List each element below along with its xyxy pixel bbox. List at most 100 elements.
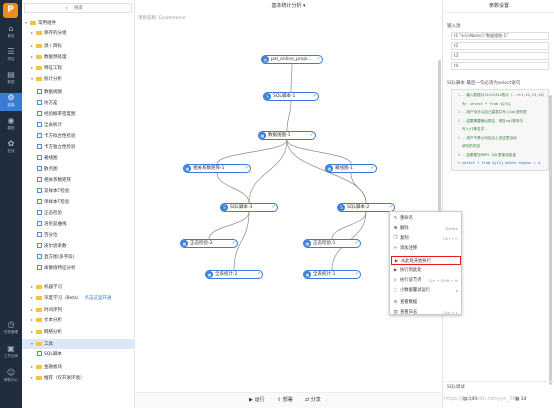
nav-item-experiment[interactable]: ⚙ 实验 [0,93,22,111]
menu-item[interactable]: ✖ 删除 Delete [391,224,461,233]
nav-item-home[interactable]: ⌂ 首页 [0,24,22,42]
menu-item[interactable]: ❐ 复制 Ctrl + C [391,234,461,243]
tree-folder[interactable]: ▾ 常用组件 [22,18,135,28]
tree-item-label: 离散值特征分析 [44,266,76,271]
tree-leaf[interactable]: SQL脚本 [22,350,135,360]
tree-folder[interactable]: ▸ 保存的分组 [22,28,135,38]
folder-icon [36,317,42,322]
menu-item[interactable]: ✎ 重命名 [391,214,461,223]
edge [331,211,367,240]
search-input[interactable] [74,5,129,12]
sql-editor[interactable]: 1--输入数据以t1t2t3t4表示（-->t1,t2,t3,t4），使用方式为… [451,89,549,171]
folder-icon [36,364,42,369]
tree-folder[interactable]: ▸ 时间序列 [22,305,135,315]
tree-leaf[interactable]: 卡方独立性检验 [22,143,135,153]
tree-leaf[interactable]: 单样本T检验 [22,198,135,208]
nav-item-online[interactable]: ✿ 在线 [0,139,22,157]
tree-folder[interactable]: ▾ 工具 [22,339,135,349]
tree-leaf[interactable]: 直方图(多字段) [22,253,135,263]
menu-item-icon: ▶ [393,268,398,273]
line-number: 2 [457,110,460,114]
tree-folder[interactable]: ▸ 金融板块 [22,362,135,372]
tree-item-label: 常用组件 [38,21,56,26]
nav-item-model[interactable]: ◉ 模型 [0,116,22,134]
workflow-node[interactable]: ▦ 全表统计-1 ✓ [303,270,361,279]
node-label: 全表统计-2 [215,272,238,277]
input-field-t1[interactable]: t1 "${inName}"数据视图-1" [451,32,549,40]
tree-folder[interactable]: ▸ 数据预处理 [22,52,135,62]
nav-item-workspace[interactable]: ▣ 工作空间 [0,344,22,362]
tree-leaf[interactable]: 散点图 [22,165,135,175]
workflow-node[interactable]: S SQL脚本-3 ✓ [220,203,278,212]
line-number: 4 [457,135,460,140]
deploy-button[interactable]: ⇪ 部署 [277,396,293,405]
menu-item-label: 删除 [400,226,409,231]
tree-leaf[interactable]: 协方差 [22,99,135,109]
tree-leaf[interactable]: 数据视图 [22,88,135,98]
tree-folder[interactable]: ▸ 网络分析 [22,327,135,337]
menu-item-shortcut: Ctrl + Shift + N [428,278,458,283]
nav-item-data[interactable]: ▤ 数据 [0,70,22,88]
tree-folder[interactable]: ▸ 机器学习 [22,282,135,292]
component-search[interactable]: ⌕ [24,3,132,13]
workflow-node[interactable]: ▦ 数据视图-1 ✓ [258,131,316,140]
component-icon [37,199,42,204]
input-field-t2[interactable]: t2 [451,42,549,50]
nav-item-tasks[interactable]: ◷ 任务管理 [0,320,22,338]
enable-link[interactable]: 点击这里开通 [84,296,111,301]
component-icon [37,210,42,215]
menu-item-label: 执行到此处 [400,268,422,273]
tree-item-label: 经验概率密度图 [44,112,76,117]
workflow-node[interactable]: ▦ 正态检验-2 ✓ [180,239,238,248]
node-label: SQL脚本-3 [230,205,253,210]
tree-leaf[interactable]: 卡方拟合性检验 [22,132,135,142]
component-icon [37,254,42,259]
tree-item-label: 散点图 [44,167,58,172]
menu-item[interactable]: ✍ 添加注释 [391,244,461,253]
tree-folder[interactable]: ▸ 推荐（仅开发环境） [22,373,135,383]
node-type-icon: ▦ [259,132,266,139]
workflow-node[interactable]: ▦ 箱线图-1 ✓ [325,164,377,173]
tree-folder[interactable]: ▸ 文本分析 [22,315,135,325]
menu-item[interactable]: ▶ 执行到此处 [391,266,461,275]
share-button[interactable]: ⇄ 分享 [305,396,321,405]
workflow-node[interactable]: ▦ 正态检验-1 ✓ [303,239,361,248]
folder-icon [36,295,42,300]
tree-leaf[interactable]: 经验概率密度图 [22,110,135,120]
tree-leaf[interactable]: 离散值特征分析 [22,264,135,274]
workflow-node[interactable]: ▦ 相关系数矩阵-1 ✓ [183,164,251,173]
tree-leaf[interactable]: 箱线图 [22,154,135,164]
panel-scrollbar[interactable] [549,95,552,385]
run-button[interactable]: ▶ 运行 [249,396,264,405]
tree-item-label: 文本分析 [44,318,62,323]
tree-leaf[interactable]: 皮尔逊系数 [22,242,135,252]
workflow-node[interactable]: S SQL脚本-1 ✓ [263,92,319,101]
component-icon [37,89,42,94]
tree-leaf[interactable]: 百分位 [22,231,135,241]
input-field-t4[interactable]: t4 [451,62,549,70]
input-field-t3[interactable]: t3 [451,52,549,60]
menu-item[interactable]: ☰ 查看数据 [391,298,461,307]
workflow-canvas[interactable]: 基本统计分析 ▾ 项目名称: Ecommerce ▤ pai_online_pro… [135,0,442,408]
tree-leaf[interactable]: 洛伦兹曲线 [22,220,135,230]
node-label: 箱线图-1 [335,166,353,171]
nav-item-project[interactable]: ☰ 项目 [0,47,22,65]
menu-item[interactable]: ◌ 小数据量试运行 ▸ [391,286,461,295]
nav-item-help[interactable]: ☺ 帮助中心 [0,368,22,386]
menu-item[interactable]: ▤ 查看日志 Ctrl + L [391,308,461,317]
tree-leaf[interactable]: 相关系数矩阵 [22,176,135,186]
menu-item[interactable]: ▷ 执行该节点 Ctrl + Shift + N [391,276,461,285]
tree-leaf[interactable]: 正态检验 [22,209,135,219]
tree-leaf[interactable]: 双样本T检验 [22,187,135,197]
workflow-node[interactable]: ▤ pai_online_proje... ✓ [261,55,323,64]
workflow-node[interactable]: S SQL脚本-2 ✓ [337,203,395,212]
tree-item-label: 洛伦兹曲线 [44,222,67,227]
tree-leaf[interactable]: 全表统计 [22,121,135,131]
tree-folder[interactable]: ▸ 深度学习（Beta） 点击这里开通 [22,293,135,303]
tree-folder[interactable]: ▸ 特征工程 [22,63,135,73]
menu-item[interactable]: ▶ 从此处开始执行 [391,256,461,265]
tree-folder[interactable]: ▸ 源 / 目标 [22,41,135,51]
left-nav-bar: P ⌂ 首页 ☰ 项目 ▤ 数据 ⚙ 实验 ◉ 模型 ✿ 在线 ◷ 任务管理 ▣ 工作空间 ☺ 帮… [0,0,22,408]
workflow-node[interactable]: ▦ 全表统计-2 ✓ [205,270,263,279]
tree-folder[interactable]: ▾ 统计分析 [22,74,135,84]
